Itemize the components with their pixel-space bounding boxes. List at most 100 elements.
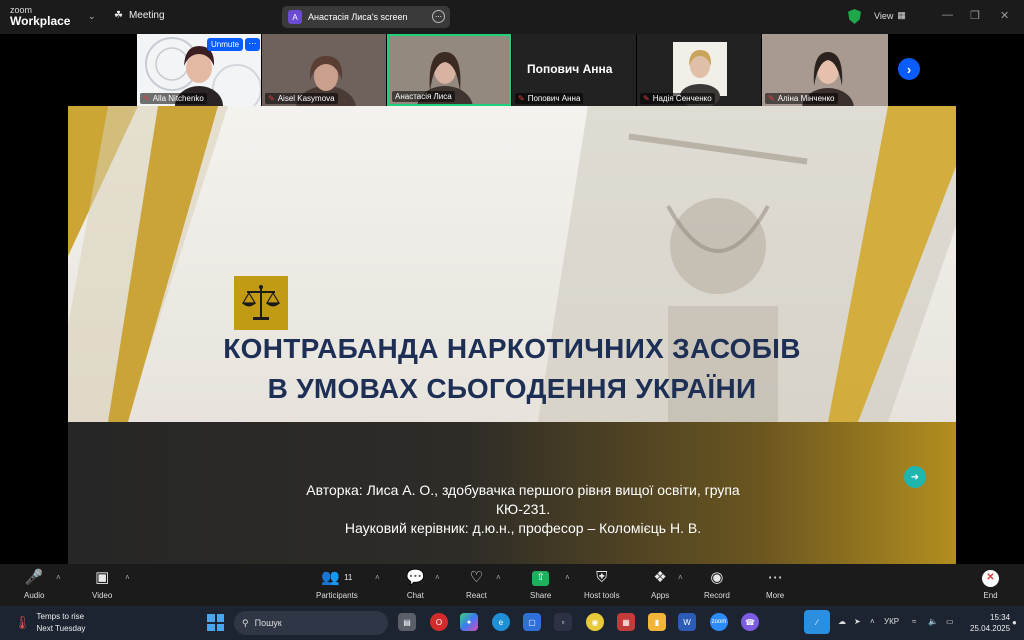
zoom-logo: zoom Workplace <box>10 5 70 27</box>
video-button[interactable]: ▣ Video <box>92 568 112 600</box>
unmute-button[interactable]: Unmute <box>207 38 244 51</box>
remote-cursor-icon: ➜ <box>904 466 926 488</box>
notification-bell-icon[interactable]: ● <box>1012 618 1017 627</box>
participants-button[interactable]: 👥 11 Participants <box>316 568 358 600</box>
participant-name: Aisel Kasymova <box>277 94 335 103</box>
security-shield-icon[interactable] <box>848 9 861 24</box>
tile-more-button[interactable]: ⋯ <box>245 38 260 51</box>
paw-icon: ☘ <box>114 10 123 21</box>
word-icon[interactable]: W <box>678 613 696 631</box>
share-button[interactable]: ⇧ Share <box>530 568 551 600</box>
slide-body-line3: Науковий керівник: д.ю.н., професор – Ко… <box>344 520 702 536</box>
chrome-browser-icon[interactable]: ◉ <box>586 613 604 631</box>
edge-browser-icon[interactable]: e <box>492 613 510 631</box>
minimize-icon[interactable]: — <box>942 9 953 21</box>
clock-date: 25.04.2025 <box>970 624 1011 633</box>
active-app-icon[interactable]: ∕ <box>804 610 830 634</box>
logo-line2: Workplace <box>10 14 71 28</box>
participant-name-tag: ✎ Alla Nitchenko <box>140 93 207 104</box>
participants-label: Participants <box>316 591 358 600</box>
chat-bubble-icon: 💬 <box>406 569 425 586</box>
search-icon: ⚲ <box>242 617 249 628</box>
end-meeting-button[interactable]: ✕ End <box>982 568 999 600</box>
next-page-arrow-icon[interactable]: › <box>898 58 920 80</box>
participant-tile[interactable]: ✎ Аліна Мінченко <box>762 34 888 106</box>
viber-icon[interactable]: ☎ <box>741 613 759 631</box>
weather-widget[interactable]: 🌡 Temps to rise Next Tuesday <box>14 611 85 635</box>
battery-icon[interactable]: ▭ <box>946 617 954 626</box>
audio-button[interactable]: 🎤 Audio <box>24 568 44 600</box>
slide-title: КОНТРАБАНДА НАРКОТИЧНИХ ЗАСОБІВ В УМОВАХ… <box>68 329 956 409</box>
microsoft-store-icon[interactable]: ▢ <box>523 613 541 631</box>
meeting-info-button[interactable]: ☘ Meeting <box>114 10 165 21</box>
react-label: React <box>466 591 487 600</box>
slide-title-line2: В УМОВАХ СЬОГОДЕННЯ УКРАЇНИ <box>267 373 757 404</box>
send-icon[interactable]: ➤ <box>854 617 861 626</box>
task-view-icon[interactable]: ▤ <box>398 613 416 631</box>
participant-name: Аліна Мінченко <box>777 94 835 103</box>
windows-start-icon[interactable] <box>207 614 224 631</box>
more-dots-icon: ⋯ <box>767 569 783 586</box>
participant-tile[interactable]: Попович Анна ✎ Попович Анна <box>512 34 636 106</box>
unknown-app-icon[interactable]: ▫ <box>554 613 572 631</box>
participants-icon: 👥 11 <box>321 569 353 586</box>
participant-tile[interactable]: ✎ Aisel Kasymova <box>262 34 386 106</box>
mic-muted-icon: ✎ <box>143 94 150 103</box>
view-button[interactable]: View ▦ <box>874 10 906 21</box>
apps-button[interactable]: ❖ Apps <box>651 568 669 600</box>
participant-name-tag: ✎ Aisel Kasymova <box>265 93 338 104</box>
close-icon[interactable]: ✕ <box>1000 9 1009 22</box>
host-tools-button[interactable]: ⛨ Host tools <box>584 568 620 600</box>
input-language[interactable]: УКР <box>884 617 899 626</box>
opera-browser-icon[interactable]: O <box>430 613 448 631</box>
mic-muted-icon: ✎ <box>643 94 650 103</box>
screen-share-label: Анастасія Лиса's screen <box>308 12 408 22</box>
copilot-icon[interactable]: ✦ <box>460 613 478 631</box>
volume-icon[interactable]: 🔈 <box>928 617 938 626</box>
react-options-chevron-icon[interactable]: ˄ <box>496 573 501 582</box>
shield-icon: ⛨ <box>596 569 608 586</box>
more-options-icon[interactable]: ⋯ <box>432 10 445 23</box>
share-options-chevron-icon[interactable]: ˄ <box>565 573 570 582</box>
meeting-label: Meeting <box>128 10 165 21</box>
system-clock[interactable]: 15:34 25.04.2025 <box>970 612 1010 634</box>
scales-of-justice-icon <box>234 276 288 330</box>
file-explorer-icon[interactable]: ▮ <box>648 613 666 631</box>
share-label: Share <box>530 591 552 600</box>
participant-name: Анастасія Лиса <box>395 92 452 101</box>
host-tools-label: Host tools <box>584 591 620 600</box>
participant-tile-active-speaker[interactable]: Анастасія Лиса <box>387 34 511 106</box>
mic-muted-icon: ✎ <box>768 94 775 103</box>
chevron-up-icon[interactable]: ˄ <box>870 617 875 626</box>
wifi-icon[interactable]: ≈ <box>912 617 916 626</box>
apps-options-chevron-icon[interactable]: ˄ <box>678 573 683 582</box>
photos-app-icon[interactable]: ▦ <box>617 613 635 631</box>
participant-name-tag: ✎ Аліна Мінченко <box>765 93 838 104</box>
participant-name-tag: ✎ Надія Сенченко <box>640 93 715 104</box>
weather-line2: Next Tuesday <box>36 624 86 633</box>
chat-button[interactable]: 💬 Chat <box>406 568 425 600</box>
maximize-icon[interactable]: ❐ <box>970 9 980 22</box>
screen-share-indicator[interactable]: A Анастасія Лиса's screen ⋯ <box>282 6 450 28</box>
participant-tile[interactable]: Unmute ⋯ ✎ Alla Nitchenko <box>137 34 261 106</box>
react-button[interactable]: ♡ React <box>466 568 487 600</box>
taskbar-search-box[interactable]: ⚲ Пошук <box>234 611 388 635</box>
video-options-chevron-icon[interactable]: ˄ <box>125 573 130 582</box>
cloud-icon[interactable]: ☁ <box>838 617 846 626</box>
zoom-app-icon[interactable]: zoom <box>710 613 728 631</box>
chat-options-chevron-icon[interactable]: ˄ <box>435 573 440 582</box>
participant-tile[interactable]: ✎ Надія Сенченко <box>637 34 761 106</box>
audio-options-chevron-icon[interactable]: ˄ <box>56 573 61 582</box>
record-label: Record <box>704 591 730 600</box>
participant-name: Попович Анна <box>527 94 581 103</box>
participant-name-tag: ✎ Попович Анна <box>515 93 584 104</box>
participant-name-tag: Анастасія Лиса <box>392 91 455 102</box>
end-label: End <box>983 591 998 600</box>
more-button[interactable]: ⋯ More <box>766 568 784 600</box>
chevron-down-icon[interactable]: ⌄ <box>88 11 96 22</box>
record-button[interactable]: ◉ Record <box>704 568 730 600</box>
search-placeholder: Пошук <box>254 618 282 628</box>
sharer-avatar: A <box>288 10 302 24</box>
slide-body-line2: КЮ-231. <box>495 501 551 517</box>
participants-options-chevron-icon[interactable]: ˄ <box>375 573 380 582</box>
